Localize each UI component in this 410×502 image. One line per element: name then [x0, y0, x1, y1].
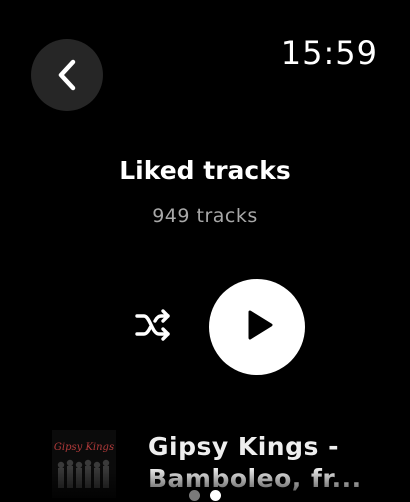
page-dot-2: [210, 490, 221, 501]
album-artwork-lettering: Gipsy Kings: [54, 442, 114, 453]
album-artwork: Gipsy Kings: [52, 430, 116, 498]
play-icon: [240, 309, 274, 345]
page-indicator: [0, 490, 410, 501]
back-button[interactable]: [31, 39, 103, 111]
play-button[interactable]: [209, 279, 305, 375]
page-dot-1: [189, 490, 200, 501]
status-time: 15:59: [280, 34, 378, 72]
track-count: 949 tracks: [152, 205, 258, 227]
shuffle-button[interactable]: [131, 305, 177, 349]
track-title-line-1: Gipsy Kings -: [148, 432, 339, 461]
playlist-title: Liked tracks: [119, 156, 291, 185]
shuffle-icon: [134, 308, 174, 346]
chevron-left-icon: [52, 58, 82, 92]
track-title: Gipsy Kings - Bamboleo, fr...: [148, 431, 398, 495]
